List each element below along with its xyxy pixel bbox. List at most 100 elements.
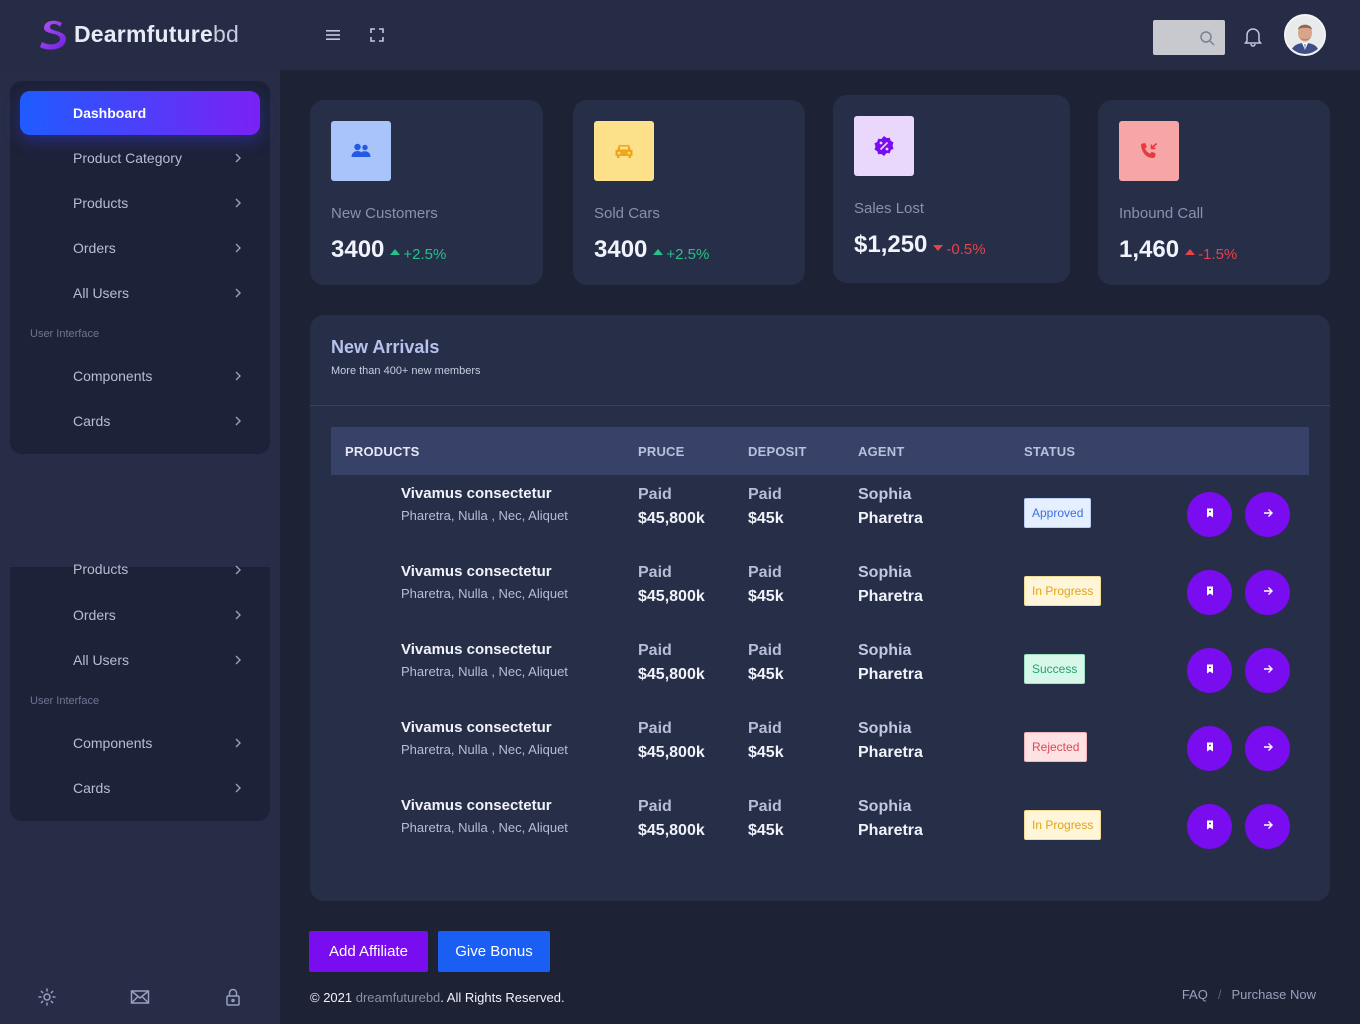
menu-icon[interactable] — [324, 26, 342, 44]
sidebar-item-dashboard[interactable]: Dashboard — [20, 91, 260, 135]
bookmark-icon — [1204, 506, 1216, 524]
mail-icon[interactable] — [129, 986, 151, 1008]
agent-first-name: Sophia — [858, 564, 912, 581]
deposit-value: $45k — [748, 744, 784, 761]
brand-name: Dearmfuturebd — [74, 20, 239, 47]
purchase-now-link[interactable]: Purchase Now — [1231, 987, 1316, 1002]
brand-logo[interactable]: Dearmfuturebd — [38, 18, 239, 50]
product-cell: Vivamus consectetur Pharetra, Nulla , Nec… — [401, 485, 568, 523]
sidebar-item-components[interactable]: Components — [20, 354, 260, 398]
agent-last-name: Pharetra — [858, 588, 923, 605]
product-name: Vivamus consectetur — [401, 485, 552, 502]
column-header-agent[interactable]: AGENT — [858, 444, 905, 459]
sidebar-item-cards[interactable]: Cards — [20, 766, 260, 810]
view-details-button[interactable] — [1245, 804, 1290, 849]
sidebar-item-product-category[interactable]: Product Category — [20, 136, 260, 180]
give-bonus-button[interactable]: Give Bonus — [438, 931, 550, 972]
product-cell: Vivamus consectetur Pharetra, Nulla , Nec… — [401, 563, 568, 601]
product-tags: Pharetra, Nulla , Nec, Aliquet — [401, 820, 568, 835]
sidebar-item-label: Orders — [73, 607, 116, 623]
product-name: Vivamus consectetur — [401, 797, 552, 814]
search-input[interactable] — [1153, 20, 1225, 55]
sidebar-item-products[interactable]: Products — [20, 181, 260, 225]
price-cell: Paid $45,800k — [638, 795, 705, 843]
fullscreen-icon[interactable] — [368, 26, 386, 44]
stat-value: $1,250 -0.5% — [854, 231, 986, 258]
lock-icon[interactable] — [222, 986, 244, 1008]
product-tags: Pharetra, Nulla , Nec, Aliquet — [401, 508, 568, 523]
price-label: Paid — [638, 486, 672, 503]
status-badge: Approved — [1024, 498, 1092, 528]
price-value: $45,800k — [638, 744, 705, 761]
product-cell: Vivamus consectetur Pharetra, Nulla , Nec… — [401, 797, 568, 835]
sidebar-item-orders[interactable]: Orders — [20, 226, 260, 270]
stat-value: 3400 +2.5% — [331, 236, 447, 263]
bookmark-button[interactable] — [1187, 570, 1232, 615]
incoming-call-icon — [1119, 121, 1179, 181]
product-cell: Vivamus consectetur Pharetra, Nulla , Nec… — [401, 719, 568, 757]
stat-card-inbound-call: Inbound Call 1,460 -1.5% — [1098, 100, 1330, 285]
sidebar-menu-panel-secondary: Products Orders All Users User Interface… — [10, 561, 270, 821]
faq-link[interactable]: FAQ — [1182, 987, 1208, 1002]
sidebar-item-components[interactable]: Components — [20, 721, 260, 765]
arrow-right-icon — [1262, 740, 1274, 758]
agent-first-name: Sophia — [858, 720, 912, 737]
trend-down-indicator: -0.5% — [933, 241, 986, 258]
product-name: Vivamus consectetur — [401, 719, 552, 736]
add-affiliate-button[interactable]: Add Affiliate — [309, 931, 428, 972]
chevron-right-icon — [234, 286, 242, 298]
arrow-right-icon — [1262, 584, 1274, 602]
sidebar-item-label: Cards — [73, 413, 111, 429]
deposit-label: Paid — [748, 720, 782, 737]
bookmark-button[interactable] — [1187, 726, 1232, 771]
price-value: $45,800k — [638, 822, 705, 839]
sidebar-item-all-users[interactable]: All Users — [20, 638, 260, 682]
arrow-right-icon — [1262, 662, 1274, 680]
column-header-products[interactable]: PRODUCTS — [345, 444, 420, 459]
user-avatar[interactable] — [1284, 14, 1326, 56]
chevron-right-icon — [234, 241, 242, 253]
sidebar-section-heading: User Interface — [30, 328, 100, 340]
column-header-deposit[interactable]: DEPOSIT — [748, 444, 806, 459]
table-row: Vivamus consectetur Pharetra, Nulla , Nec… — [331, 709, 1309, 787]
sidebar-item-label: Products — [73, 195, 129, 211]
product-cell: Vivamus consectetur Pharetra, Nulla , Nec… — [401, 641, 568, 679]
search-icon[interactable] — [1199, 30, 1215, 51]
sidebar-item-label: All Users — [73, 652, 130, 668]
column-header-price[interactable]: PRUCE — [638, 444, 685, 459]
copyright-link[interactable]: dreamfuturebd — [356, 990, 441, 1005]
column-header-status[interactable]: STATUS — [1024, 444, 1075, 459]
bookmark-button[interactable] — [1187, 804, 1232, 849]
settings-icon[interactable] — [36, 986, 58, 1008]
sidebar-item-products[interactable]: Products — [20, 548, 260, 582]
bookmark-button[interactable] — [1187, 648, 1232, 693]
chevron-right-icon — [234, 369, 242, 381]
view-details-button[interactable] — [1245, 492, 1290, 537]
view-details-button[interactable] — [1245, 648, 1290, 693]
sidebar-menu-panel: Dashboard Product Category Products Orde… — [10, 81, 270, 454]
price-label: Paid — [638, 564, 672, 581]
deposit-label: Paid — [748, 564, 782, 581]
deposit-label: Paid — [748, 798, 782, 815]
agent-last-name: Pharetra — [858, 510, 923, 527]
view-details-button[interactable] — [1245, 726, 1290, 771]
sidebar-item-all-users[interactable]: All Users — [20, 271, 260, 315]
bookmark-button[interactable] — [1187, 492, 1232, 537]
deposit-label: Paid — [748, 642, 782, 659]
price-cell: Paid $45,800k — [638, 561, 705, 609]
product-tags: Pharetra, Nulla , Nec, Aliquet — [401, 586, 568, 601]
bookmark-icon — [1204, 662, 1216, 680]
sidebar-item-orders[interactable]: Orders — [20, 593, 260, 637]
product-name: Vivamus consectetur — [401, 563, 552, 580]
status-badge: In Progress — [1024, 576, 1102, 606]
bookmark-icon — [1204, 584, 1216, 602]
sidebar-item-label: All Users — [73, 285, 130, 301]
chevron-right-icon — [234, 151, 242, 163]
sidebar-item-cards[interactable]: Cards — [20, 399, 260, 443]
deposit-cell: Paid $45k — [748, 795, 784, 843]
agent-last-name: Pharetra — [858, 666, 923, 683]
trend-indicator: -1.5% — [1185, 246, 1237, 263]
price-cell: Paid $45,800k — [638, 483, 705, 531]
bell-icon[interactable] — [1242, 25, 1264, 52]
view-details-button[interactable] — [1245, 570, 1290, 615]
